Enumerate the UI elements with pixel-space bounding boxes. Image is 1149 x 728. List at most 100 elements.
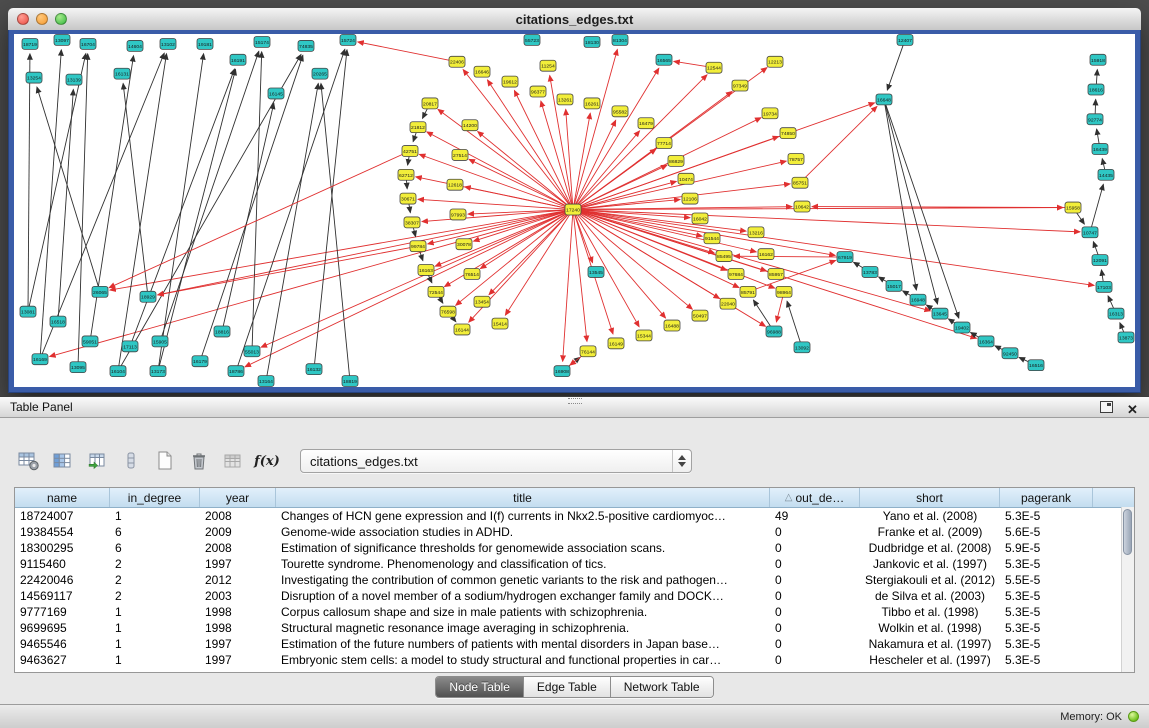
graph-node[interactable]: 16948 bbox=[910, 294, 926, 305]
graph-node[interactable]: 16042 bbox=[692, 213, 708, 224]
graph-node[interactable]: 96377 bbox=[530, 86, 546, 97]
graph-node[interactable]: 85791 bbox=[740, 286, 756, 297]
graph-node[interactable]: 12618 bbox=[447, 179, 463, 190]
graph-node[interactable]: 15017 bbox=[886, 280, 902, 291]
graph-node[interactable]: 13081 bbox=[20, 306, 36, 317]
graph-node[interactable]: 96988 bbox=[766, 326, 782, 337]
graph-node[interactable]: 55723 bbox=[524, 34, 540, 45]
graph-node[interactable]: 74850 bbox=[780, 128, 796, 139]
graph-node[interactable]: 13645 bbox=[932, 308, 948, 319]
column-header-short[interactable]: short bbox=[860, 488, 1000, 507]
graph-node[interactable]: 59051 bbox=[82, 336, 98, 347]
graph-node[interactable]: 14200 bbox=[462, 120, 478, 131]
graph-node[interactable]: 15958 bbox=[1065, 202, 1081, 213]
graph-node[interactable]: 18130 bbox=[584, 36, 600, 47]
graph-node[interactable]: 13454 bbox=[474, 296, 490, 307]
cell-out_degree[interactable]: 0 bbox=[770, 556, 860, 572]
graph-node[interactable]: 16131 bbox=[114, 68, 130, 79]
cell-title[interactable]: Estimation of the future numbers of pati… bbox=[276, 636, 770, 652]
cell-in_degree[interactable]: 6 bbox=[110, 540, 200, 556]
graph-node[interactable]: 16364 bbox=[978, 336, 994, 347]
graph-node[interactable]: 76514 bbox=[464, 269, 480, 280]
tab-edge-table[interactable]: Edge Table bbox=[524, 677, 611, 697]
cell-pagerank[interactable]: 5.3E-5 bbox=[1000, 604, 1093, 620]
cell-out_degree[interactable]: 0 bbox=[770, 652, 860, 668]
graph-node[interactable]: 18819 bbox=[342, 376, 358, 387]
cell-in_degree[interactable]: 6 bbox=[110, 524, 200, 540]
cell-short[interactable]: Jankovic et al. (1997) bbox=[860, 556, 1000, 572]
graph-node[interactable]: 13545 bbox=[588, 267, 604, 278]
cell-year[interactable]: 2008 bbox=[200, 508, 276, 524]
cell-in_degree[interactable]: 2 bbox=[110, 556, 200, 572]
cell-year[interactable]: 2009 bbox=[200, 524, 276, 540]
graph-node[interactable]: 97349 bbox=[732, 80, 748, 91]
graph-node[interactable]: 13216 bbox=[748, 227, 764, 238]
table-row[interactable]: 911546021997Tourette syndrome. Phenomeno… bbox=[15, 556, 1134, 572]
graph-node[interactable]: 62712 bbox=[398, 169, 414, 180]
cell-pagerank[interactable]: 5.3E-5 bbox=[1000, 556, 1093, 572]
graph-node[interactable]: 26065 bbox=[92, 286, 108, 297]
tab-network-table[interactable]: Network Table bbox=[611, 677, 713, 697]
graph-node[interactable]: 97684 bbox=[728, 269, 744, 280]
graph-node[interactable]: 16179 bbox=[192, 356, 208, 367]
graph-node[interactable]: 13092 bbox=[794, 342, 810, 353]
cell-year[interactable]: 1998 bbox=[200, 604, 276, 620]
graph-node[interactable]: 50497 bbox=[692, 310, 708, 321]
show-columns-icon[interactable] bbox=[50, 448, 76, 474]
table-vertical-scrollbar[interactable] bbox=[1121, 507, 1134, 672]
cell-title[interactable]: Disruption of a novel member of a sodium… bbox=[276, 588, 770, 604]
graph-node[interactable]: 13873 bbox=[1118, 332, 1134, 343]
graph-node[interactable]: 17240 bbox=[565, 204, 581, 215]
cell-short[interactable]: Hescheler et al. (1997) bbox=[860, 652, 1000, 668]
column-header-title[interactable]: title bbox=[276, 488, 770, 507]
graph-node[interactable]: 16704 bbox=[80, 38, 96, 49]
graph-node[interactable]: 16132 bbox=[306, 364, 322, 375]
cell-out_degree[interactable]: 0 bbox=[770, 620, 860, 636]
column-icon[interactable] bbox=[118, 448, 144, 474]
graph-node[interactable]: 14604 bbox=[127, 40, 143, 51]
cell-name[interactable]: 9465546 bbox=[15, 636, 110, 652]
cell-in_degree[interactable]: 2 bbox=[110, 572, 200, 588]
cell-title[interactable]: Investigating the contribution of common… bbox=[276, 572, 770, 588]
graph-node[interactable]: 16145 bbox=[268, 88, 284, 99]
import-table-icon[interactable] bbox=[84, 448, 110, 474]
graph-node[interactable]: 20265 bbox=[312, 68, 328, 79]
close-window-button[interactable] bbox=[17, 13, 29, 25]
graph-node[interactable]: 38307 bbox=[404, 217, 420, 228]
graph-node[interactable]: 19734 bbox=[762, 108, 778, 119]
graph-node[interactable]: 13173 bbox=[150, 366, 166, 377]
graph-node[interactable]: 16648 bbox=[876, 94, 892, 105]
graph-node[interactable]: 16169 bbox=[32, 354, 48, 365]
graph-node[interactable]: 10474 bbox=[678, 173, 694, 184]
graph-node[interactable]: 22040 bbox=[720, 298, 736, 309]
graph-node[interactable]: 21812 bbox=[410, 122, 426, 133]
minimize-window-button[interactable] bbox=[36, 13, 48, 25]
table-row[interactable]: 946362711997Embryonic stem cells: a mode… bbox=[15, 652, 1134, 668]
graph-node[interactable]: 42751 bbox=[402, 146, 418, 157]
cell-short[interactable]: Yano et al. (2008) bbox=[860, 508, 1000, 524]
table-selector-dropdown[interactable]: citations_edges.txt bbox=[300, 449, 692, 473]
graph-node[interactable]: 92774 bbox=[1087, 114, 1103, 125]
graph-node[interactable]: 13102 bbox=[160, 38, 176, 49]
cell-short[interactable]: Nakamura et al. (1997) bbox=[860, 636, 1000, 652]
new-document-icon[interactable] bbox=[152, 448, 178, 474]
cell-name[interactable]: 9777169 bbox=[15, 604, 110, 620]
graph-node[interactable]: 19402 bbox=[954, 322, 970, 333]
graph-node[interactable]: 10642 bbox=[794, 201, 810, 212]
cell-year[interactable]: 1998 bbox=[200, 620, 276, 636]
graph-node[interactable]: 16149 bbox=[608, 338, 624, 349]
cell-in_degree[interactable]: 1 bbox=[110, 652, 200, 668]
cell-in_degree[interactable]: 1 bbox=[110, 604, 200, 620]
cell-title[interactable]: Tourette syndrome. Phenomenology and cla… bbox=[276, 556, 770, 572]
cell-out_degree[interactable]: 0 bbox=[770, 588, 860, 604]
graph-node[interactable]: 13164 bbox=[258, 376, 274, 387]
column-header-year[interactable]: year bbox=[200, 488, 276, 507]
graph-node[interactable]: 13261 bbox=[557, 94, 573, 105]
column-header-pagerank[interactable]: pagerank bbox=[1000, 488, 1093, 507]
graph-node[interactable]: 30078 bbox=[456, 239, 472, 250]
cell-short[interactable]: Dudbridge et al. (2008) bbox=[860, 540, 1000, 556]
cell-year[interactable]: 1997 bbox=[200, 652, 276, 668]
cell-in_degree[interactable]: 1 bbox=[110, 620, 200, 636]
cell-name[interactable]: 14569117 bbox=[15, 588, 110, 604]
graph-node[interactable]: 15414 bbox=[492, 318, 508, 329]
